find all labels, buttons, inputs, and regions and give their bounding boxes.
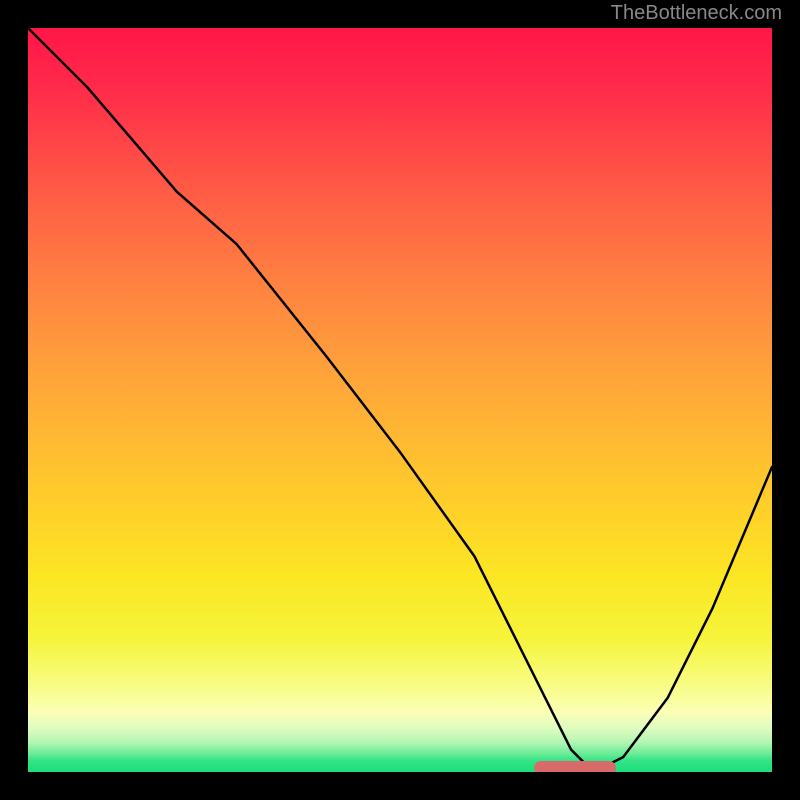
chart-frame: TheBottleneck.com — [0, 0, 800, 800]
optimal-range-marker — [534, 761, 616, 772]
bottleneck-curve-line — [28, 28, 772, 772]
watermark-text: TheBottleneck.com — [611, 2, 782, 25]
chart-curve-svg — [28, 28, 772, 772]
chart-plot-area — [28, 28, 772, 772]
